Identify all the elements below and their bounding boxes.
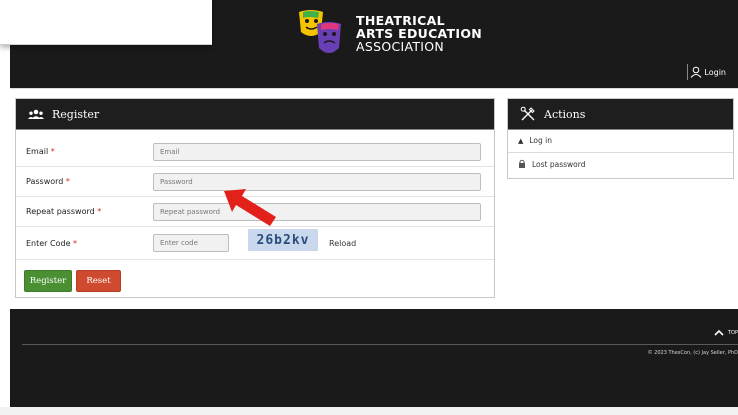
theater-masks-icon [299,10,341,53]
code-row: Enter Code * Enter code 26b2kv Reload [16,227,494,260]
action-item-login[interactable]: ▲ Log in [508,129,733,153]
password-field[interactable]: Password [153,172,481,191]
actions-title: Actions [544,107,586,121]
actions-panel-header: Actions [508,99,733,130]
back-to-top-link[interactable]: TOP [714,329,738,336]
required-marker: * [73,238,78,248]
required-marker: * [97,207,102,216]
tools-icon [520,106,536,122]
code-field[interactable]: Enter code [153,234,229,252]
reset-button[interactable]: Reset [76,270,121,292]
login-label: Login [704,67,726,77]
top-label: TOP [727,329,738,336]
logo-line-3: ASSOCIATION [356,39,445,54]
required-marker: * [65,177,70,186]
actions-panel: Actions ▲ Log in Lost password [507,98,734,179]
chevron-up-icon [714,329,724,336]
register-button[interactable]: Register [24,270,72,292]
email-label: Email * [26,147,55,156]
header-separator [687,64,688,80]
logo-text: THEATRICAL ARTS EDUCATION ASSOCIATION [356,14,482,53]
content-divider [10,88,738,98]
footer-divider [22,344,738,345]
bottom-strip [0,407,738,415]
captcha-image: 26b2kv [248,229,318,251]
repeat-password-field[interactable]: Repeat password [153,202,481,221]
email-field[interactable]: Email [153,142,481,161]
users-icon [28,109,44,120]
site-footer: TOP © 2023 ThesCon, (c) Jay Seller, PhD [10,309,738,407]
home-icon: ▲ [518,136,524,145]
action-item-lost-password[interactable]: Lost password [508,153,733,176]
red-arrow-annotation [224,189,276,226]
register-title: Register [52,107,100,121]
background-window [0,0,212,45]
site-logo[interactable]: THEATRICAL ARTS EDUCATION ASSOCIATION [297,8,497,60]
copyright-text: © 2023 ThesCon, (c) Jay Seller, PhD [647,350,738,356]
reload-link[interactable]: Reload [329,239,356,248]
register-panel-header: Register [16,99,494,130]
action-label: Log in [529,136,553,145]
email-row: Email * Email [16,137,494,167]
required-marker: * [50,147,55,156]
login-link[interactable]: Login [690,66,726,78]
password-label: Password * [26,177,70,186]
user-icon [691,66,702,78]
code-label: Enter Code * [26,238,78,248]
repeat-password-label: Repeat password * [26,207,102,216]
lock-icon [518,159,526,170]
action-label: Lost password [532,160,586,169]
